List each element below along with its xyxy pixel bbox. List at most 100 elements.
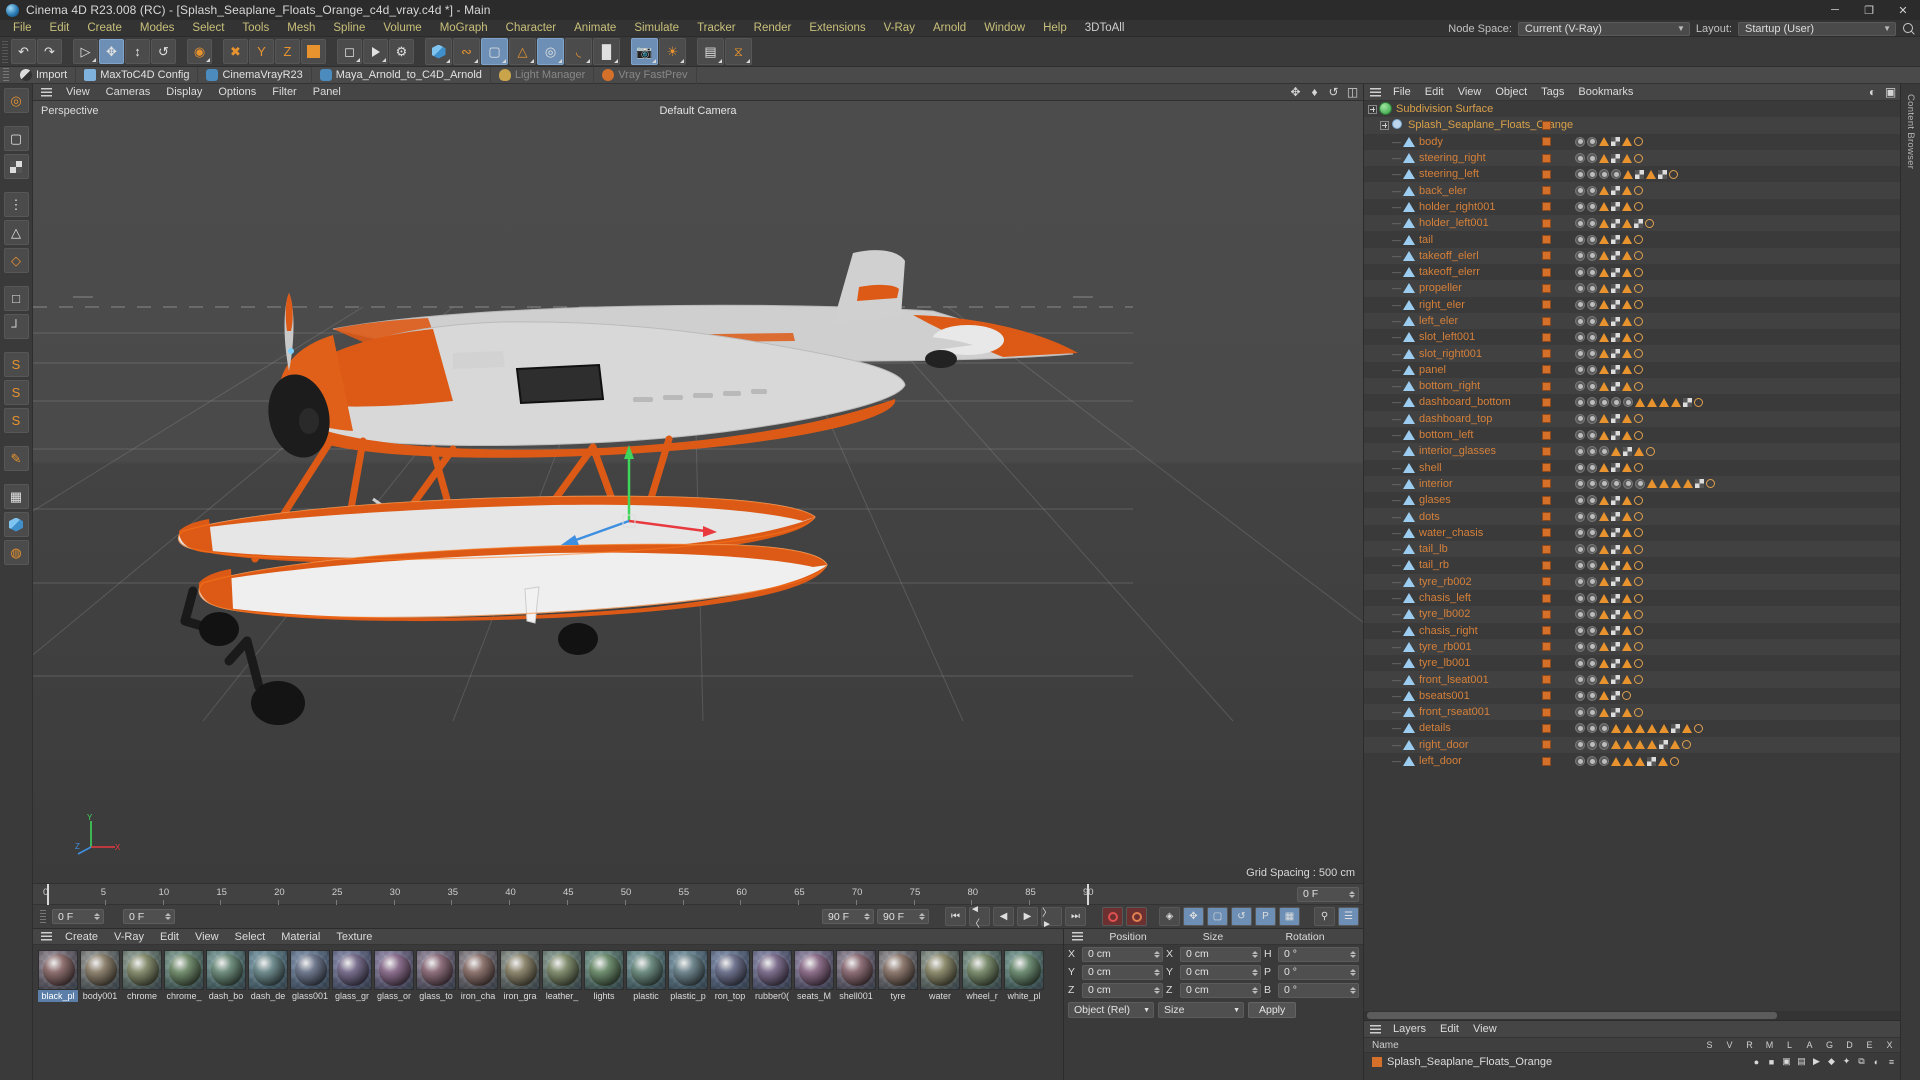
uv-tag-icon[interactable] <box>1587 625 1597 636</box>
phong-tag-icon[interactable] <box>1634 153 1643 163</box>
texture-tag-icon[interactable] <box>1634 218 1643 228</box>
material-tag-icon[interactable] <box>1542 397 1551 407</box>
selection-tag-icon[interactable] <box>1599 495 1609 505</box>
uv-tag-icon[interactable] <box>1587 478 1597 489</box>
viewport-menu-display[interactable]: Display <box>158 86 210 98</box>
spinner-icon[interactable] <box>1252 986 1258 994</box>
material-tag-icon[interactable] <box>1542 642 1551 652</box>
texture-tag-icon[interactable] <box>1611 267 1620 277</box>
viewport-menu-options[interactable]: Options <box>210 86 264 98</box>
texture-tag-icon[interactable] <box>1611 153 1620 163</box>
selection-tag-icon[interactable] <box>1599 381 1609 391</box>
uv-tag-icon[interactable] <box>1575 462 1585 473</box>
uv-tag-icon[interactable] <box>1587 609 1597 620</box>
material-tag-icon[interactable] <box>1542 723 1551 733</box>
node-space-dropdown[interactable]: Current (V-Ray) ▼ <box>1517 21 1690 36</box>
selection-tag-icon[interactable] <box>1635 397 1645 407</box>
play-backwards-button[interactable]: ◀ <box>993 907 1014 926</box>
material-swatch[interactable] <box>164 950 204 990</box>
uv-tag-icon[interactable] <box>1587 283 1597 294</box>
selection-tag-icon[interactable] <box>1622 235 1632 245</box>
object-row[interactable]: — back_eler <box>1364 182 1900 199</box>
material-swatch[interactable] <box>416 950 456 990</box>
point-level-animation-button[interactable]: ⚲ <box>1314 907 1335 926</box>
phong-tag-icon[interactable] <box>1634 707 1643 717</box>
object-row[interactable]: — front_lseat001 <box>1364 671 1900 688</box>
viewport-3d[interactable]: Perspective Default Camera Y X Z Grid Sp… <box>33 101 1363 883</box>
texture-tag-icon[interactable] <box>1635 169 1644 179</box>
layer-menu-edit[interactable]: Edit <box>1433 1023 1466 1035</box>
layer-toggle-s[interactable]: ● <box>1752 1057 1761 1067</box>
texture-tag-icon[interactable] <box>1611 414 1620 424</box>
phong-tag-icon[interactable] <box>1634 560 1643 570</box>
phong-tag-icon[interactable] <box>1634 381 1643 391</box>
texture-tag-icon[interactable] <box>1611 365 1620 375</box>
selection-tag-icon[interactable] <box>1622 512 1632 522</box>
object-row[interactable]: — interior_glasses <box>1364 443 1900 460</box>
tab-content-browser[interactable]: Content Browser <box>1905 94 1916 169</box>
object-row[interactable]: — slot_right001 <box>1364 345 1900 362</box>
object-row[interactable]: — front_rseat001 <box>1364 703 1900 721</box>
selection-tag-icon[interactable] <box>1623 723 1633 733</box>
material-tag-icon[interactable] <box>1542 120 1551 130</box>
phong-tag-icon[interactable] <box>1669 169 1678 179</box>
phong-tag-icon[interactable] <box>1634 251 1643 261</box>
material-tag-icon[interactable] <box>1542 691 1551 701</box>
phong-tag-icon[interactable] <box>1646 446 1655 456</box>
tool-edges-mode-button[interactable]: △ <box>3 220 29 245</box>
layer-menu-view[interactable]: View <box>1466 1023 1504 1035</box>
selection-tag-icon[interactable] <box>1599 202 1609 212</box>
keyframe-selection-button[interactable]: ◈ <box>1159 907 1180 926</box>
scale-key-button[interactable]: ▢ <box>1207 907 1228 926</box>
uv-tag-icon[interactable] <box>1575 185 1585 196</box>
selection-tag-icon[interactable] <box>1646 169 1656 179</box>
material-swatch[interactable] <box>710 950 750 990</box>
phong-tag-icon[interactable] <box>1706 479 1715 489</box>
menu-item-tools[interactable]: Tools <box>233 20 278 37</box>
material-item[interactable]: shell001 <box>836 950 876 1002</box>
selection-tag-icon[interactable] <box>1599 593 1609 603</box>
spinner-icon[interactable] <box>94 913 100 920</box>
material-tag-icon[interactable] <box>1542 593 1551 603</box>
coord-position-x-field[interactable]: 0 cm <box>1082 946 1163 962</box>
selection-tag-icon[interactable] <box>1622 267 1632 277</box>
material-item[interactable]: chrome <box>122 950 162 1002</box>
phong-tag-icon[interactable] <box>1634 202 1643 212</box>
menu-item-window[interactable]: Window <box>975 20 1034 37</box>
material-tag-icon[interactable] <box>1542 137 1551 147</box>
texture-tag-icon[interactable] <box>1611 675 1620 685</box>
layer-toggle-l[interactable]: ▶ <box>1812 1056 1821 1067</box>
material-tag-icon[interactable] <box>1542 267 1551 277</box>
phong-tag-icon[interactable] <box>1634 349 1643 359</box>
selection-tag-icon[interactable] <box>1622 381 1632 391</box>
uv-tag-icon[interactable] <box>1587 593 1597 604</box>
material-tag-icon[interactable] <box>1542 430 1551 440</box>
uv-tag-icon[interactable] <box>1623 397 1633 408</box>
phong-tag-icon[interactable] <box>1634 512 1643 522</box>
phong-tag-icon[interactable] <box>1634 267 1643 277</box>
material-menu-texture[interactable]: Texture <box>328 931 380 943</box>
material-item[interactable]: iron_gra <box>500 950 540 1002</box>
layer-toggle-v[interactable]: ■ <box>1767 1057 1776 1067</box>
object-row[interactable]: — glases <box>1364 492 1900 508</box>
tool-make-editable-button[interactable]: ◎ <box>3 88 29 113</box>
material-swatch[interactable] <box>752 950 792 990</box>
uv-tag-icon[interactable] <box>1587 397 1597 408</box>
material-tag-icon[interactable] <box>1542 675 1551 685</box>
material-tag-icon[interactable] <box>1542 479 1551 489</box>
uv-tag-icon[interactable] <box>1587 739 1597 750</box>
material-grid[interactable]: black_pl body001 chrome chrome_ dash_bo dash_… <box>33 945 1063 1080</box>
redo-button[interactable]: ↷ <box>37 39 62 64</box>
rotation-key-button[interactable]: ↺ <box>1231 907 1252 926</box>
material-item[interactable]: plastic <box>626 950 666 1002</box>
material-swatch[interactable] <box>668 950 708 990</box>
phong-tag-icon[interactable] <box>1634 414 1643 424</box>
object-row[interactable]: — body <box>1364 134 1900 150</box>
uv-tag-icon[interactable] <box>1599 478 1609 489</box>
selection-tag-icon[interactable] <box>1683 479 1693 489</box>
material-item[interactable]: glass_to <box>416 950 456 1002</box>
add-light-button[interactable]: ☀ <box>659 38 686 65</box>
selection-tag-icon[interactable] <box>1599 544 1609 554</box>
material-menu-material[interactable]: Material <box>273 931 328 943</box>
close-button[interactable]: ✕ <box>1886 0 1920 20</box>
